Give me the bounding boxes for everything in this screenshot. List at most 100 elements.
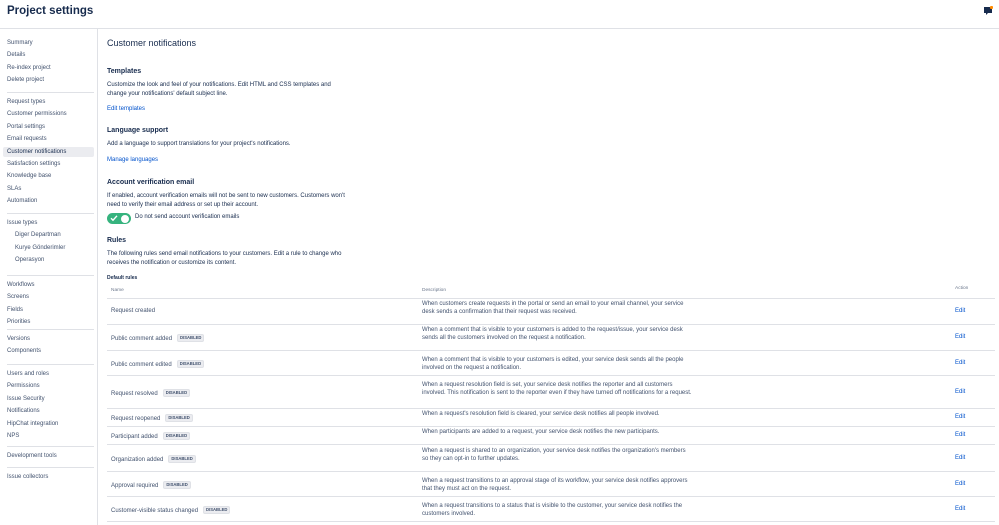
sidebar-item-summary[interactable]: Summary	[7, 38, 33, 48]
status-badge: DISABLED	[176, 359, 205, 368]
rule-name: Customer-visible status changed DISABLED	[111, 505, 231, 514]
rule-name: Organization added DISABLED	[111, 454, 196, 463]
page-title: Project settings	[7, 5, 94, 17]
sidebar-item-customer-permissions[interactable]: Customer permissions	[7, 109, 67, 119]
rule-name-text: Request resolved	[111, 390, 158, 397]
rule-description: When customers create requests in the po…	[422, 301, 684, 315]
rule-description: When participants are added to a request…	[422, 429, 660, 435]
table-row: Request resolved DISABLED When a request r…	[107, 376, 995, 409]
sidebar-item-request-types[interactable]: Request types	[7, 97, 45, 107]
rule-name-text: Participant added	[111, 434, 158, 440]
sidebar-divider	[7, 213, 94, 214]
rule-name-text: Request reopened	[111, 416, 161, 422]
top-header: Project settings	[0, 0, 999, 29]
sidebar-item-users-and-roles[interactable]: Users and roles	[7, 369, 49, 379]
sidebar-item-issue-types[interactable]: Issue types	[7, 218, 37, 228]
sidebar-item-customer-notifications[interactable]: Customer notifications	[3, 146, 94, 157]
status-badge: DISABLED	[162, 432, 191, 440]
sidebar-item-automation[interactable]: Automation	[7, 196, 37, 206]
sidebar-item-diger-departman[interactable]: Diger Departman	[15, 230, 61, 240]
rule-name: Approval required DISABLED	[111, 480, 191, 489]
rule-name: Participant added DISABLED	[111, 432, 191, 440]
rule-description: When a request transitions to a status t…	[422, 502, 683, 517]
status-badge: DISABLED	[177, 334, 205, 342]
sidebar-item-fields[interactable]: Fields	[7, 305, 23, 315]
sidebar-divider	[7, 467, 94, 468]
status-badge: DISABLED	[163, 480, 191, 489]
rule-description: When a request resolution field is set, …	[422, 381, 692, 396]
templates-title: Templates	[107, 68, 142, 75]
verification-desc: If enabled, account verification emails …	[107, 193, 345, 208]
sidebar-item-satisfaction-settings[interactable]: Satisfaction settings	[7, 159, 60, 169]
sidebar-item-re-index-project[interactable]: Re-index project	[7, 63, 51, 73]
sidebar-item-nps[interactable]: NPS	[7, 431, 19, 441]
rule-description: When a request is shared to an organizat…	[422, 447, 686, 462]
language-title: Language support	[107, 127, 169, 134]
rule-name-text: Customer-visible status changed	[111, 507, 199, 514]
sidebar-item-delete-project[interactable]: Delete project	[7, 75, 44, 85]
toggle-knob	[121, 214, 129, 223]
edit-rule-link[interactable]: Edit	[955, 389, 965, 395]
edit-rule-link[interactable]: Edit	[955, 432, 965, 438]
sidebar-item-issue-security[interactable]: Issue Security	[7, 394, 45, 404]
sidebar-item-email-requests[interactable]: Email requests	[7, 134, 47, 144]
sidebar-item-priorities[interactable]: Priorities	[7, 317, 30, 327]
table-caption: Default rules	[107, 275, 138, 281]
status-badge: DISABLED	[168, 454, 196, 463]
language-desc: Add a language to support translations f…	[107, 141, 291, 147]
toggle-label: Do not send account verification emails	[135, 214, 240, 220]
sidebar-item-slas[interactable]: SLAs	[7, 184, 21, 194]
sidebar-item-notifications[interactable]: Notifications	[7, 406, 40, 416]
rule-description: When a request's resolution field is cle…	[422, 411, 660, 417]
rule-description: When a request transitions to an approva…	[422, 477, 688, 492]
sidebar-item-portal-settings[interactable]: Portal settings	[7, 122, 45, 132]
edit-rule-link[interactable]: Edit	[955, 414, 965, 420]
sidebar-item-versions[interactable]: Versions	[7, 334, 30, 344]
rule-name: Request reopened DISABLED	[111, 414, 193, 422]
rule-name: Request created	[111, 308, 155, 314]
sidebar-divider	[7, 446, 94, 447]
rule-name: Public comment edited DISABLED	[111, 359, 205, 368]
sidebar-item-operasyon[interactable]: Operasyon	[15, 255, 44, 265]
sidebar-item-components[interactable]: Components	[7, 346, 41, 356]
rule-name-text: Public comment edited	[111, 361, 172, 368]
templates-desc: Customize the look and feel of your noti…	[107, 82, 331, 97]
verification-toggle[interactable]	[107, 213, 131, 224]
table-row: Customer-visible status changed DISABLED W…	[107, 497, 995, 522]
edit-rule-link[interactable]: Edit	[955, 506, 965, 512]
sidebar-item-screens[interactable]: Screens	[7, 292, 29, 302]
rule-description: When a comment that is visible to your c…	[422, 327, 683, 341]
rules-title: Rules	[107, 237, 127, 244]
sidebar-item-hipchat-integration[interactable]: HipChat integration	[7, 419, 58, 429]
manage-languages-link[interactable]: Manage languages	[107, 157, 158, 163]
sidebar-item-kurye-gönderimler[interactable]: Kurye Gönderimler	[15, 243, 65, 253]
help-icon[interactable]	[983, 6, 993, 16]
status-badge: DISABLED	[165, 414, 193, 422]
check-icon	[110, 215, 118, 222]
sidebar-item-issue-collectors[interactable]: Issue collectors	[7, 472, 48, 482]
edit-rule-link[interactable]: Edit	[955, 360, 965, 366]
sidebar-item-workflows[interactable]: Workflows	[7, 280, 35, 290]
edit-rule-link[interactable]: Edit	[955, 455, 965, 461]
verification-title: Account verification email	[107, 179, 195, 186]
edit-rule-link[interactable]: Edit	[955, 308, 965, 314]
rules-desc: The following rules send email notificat…	[107, 251, 342, 266]
edit-rule-link[interactable]: Edit	[955, 334, 965, 340]
sidebar-item-knowledge-base[interactable]: Knowledge base	[7, 171, 51, 181]
column-header-name: Name	[111, 288, 124, 293]
rule-name-text: Request created	[111, 308, 156, 314]
table-row: Request reopened DISABLED When a request's…	[107, 409, 995, 427]
sidebar-nav: Summary Details Re-index project Delete pro…	[0, 29, 98, 525]
edit-templates-link[interactable]: Edit templates	[107, 106, 145, 112]
status-badge: DISABLED	[203, 505, 231, 514]
edit-rule-link[interactable]: Edit	[955, 481, 965, 487]
sidebar-item-development-tools[interactable]: Development tools	[7, 451, 57, 461]
table-row: Public comment edited DISABLED When a comm…	[107, 351, 995, 376]
column-header-description: Description	[422, 288, 446, 293]
sidebar-item-details[interactable]: Details	[7, 50, 25, 60]
sidebar-divider	[7, 92, 94, 93]
sidebar-divider	[7, 275, 94, 276]
table-row: Organization added DISABLED When a request…	[107, 445, 995, 472]
sidebar-item-permissions[interactable]: Permissions	[7, 381, 40, 391]
table-row: Participant added DISABLED When participan…	[107, 427, 995, 445]
